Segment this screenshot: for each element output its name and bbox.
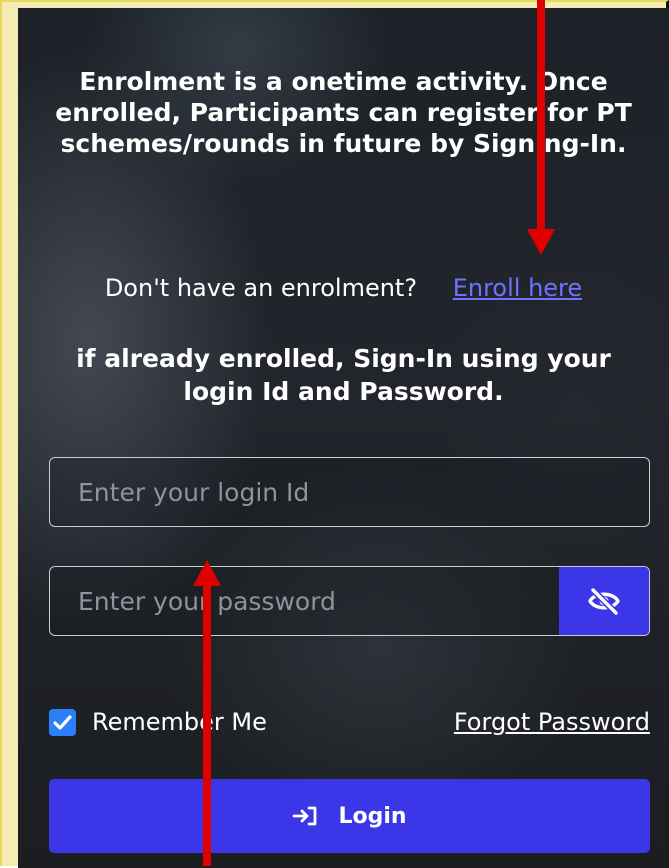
login-card: Enrolment is a onetime activity. Once en… [18,8,669,868]
annotation-arrow-top-shaft [537,0,545,232]
check-icon [53,714,72,730]
password-toggle-button[interactable] [559,567,649,635]
sign-in-icon [292,806,318,826]
eye-slash-icon [588,587,620,615]
annotation-arrow-bottom-shaft [203,584,211,866]
checkbox-box [49,708,76,736]
remember-me-label: Remember Me [92,708,267,736]
remember-me-checkbox[interactable]: Remember Me [49,708,267,736]
enroll-prompt: Don't have an enrolment? [104,274,418,302]
enroll-row: Don't have an enrolment? Enroll here [18,274,669,302]
annotation-arrow-top-head [527,229,555,255]
login-button[interactable]: Login [49,779,650,853]
forgot-password-link[interactable]: Forgot Password [454,708,650,736]
login-button-label: Login [338,803,407,829]
enrolment-info-text: Enrolment is a onetime activity. Once en… [55,67,632,158]
login-id-field [49,457,650,527]
login-id-input[interactable] [50,458,649,526]
password-field [49,566,650,636]
password-input[interactable] [50,567,560,635]
login-options-row: Remember Me Forgot Password [49,708,650,748]
enroll-here-link[interactable]: Enroll here [453,274,582,302]
signin-hint-text: if already enrolled, Sign-In using your … [76,344,611,406]
page-frame: Enrolment is a onetime activity. Once en… [0,0,669,868]
annotation-arrow-bottom-head [193,560,221,586]
